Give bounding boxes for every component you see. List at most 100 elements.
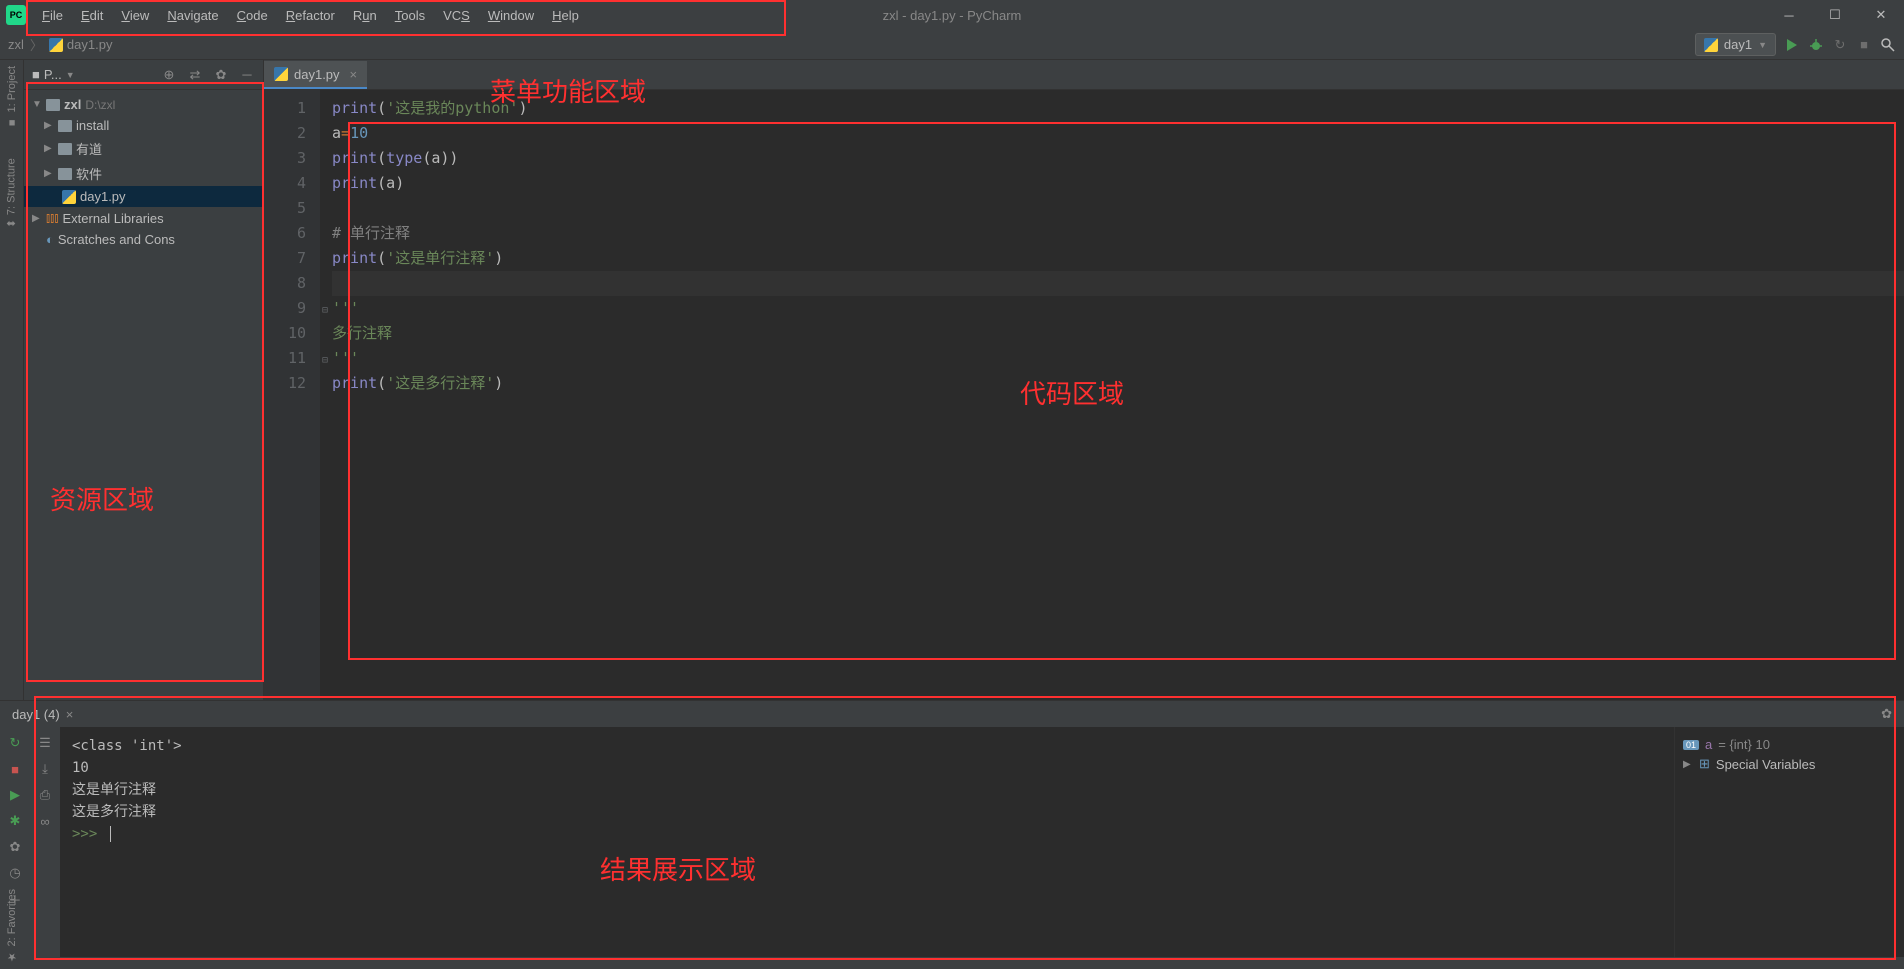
navbar: zxl 〉 day1.py day1 ▼ ↻ ■ (0, 30, 1904, 60)
tree-folder[interactable]: ▶ 有道 (24, 136, 263, 161)
app-icon: PC (6, 5, 26, 25)
python-icon (62, 190, 76, 204)
run-config-selector[interactable]: day1 ▼ (1695, 33, 1776, 56)
expand-icon[interactable]: ⇄ (187, 67, 203, 83)
close-icon[interactable]: × (350, 67, 358, 82)
debug-button[interactable] (1808, 37, 1824, 53)
main-area: ■1: Project ⬍7: Structure ■ P... ▼ ⊕ ⇄ ✿… (0, 60, 1904, 700)
menu-window[interactable]: Window (480, 4, 542, 27)
code-content[interactable]: print('这是我的python')a=10print(type(a))pri… (320, 90, 1904, 700)
left-bottom-strip: ★2: Favorites (0, 70, 24, 969)
tree-folder-label: 有道 (76, 139, 102, 158)
folder-icon (58, 143, 72, 155)
chevron-right-icon: 〉 (30, 35, 43, 54)
minimize-button[interactable]: ─ (1766, 0, 1812, 30)
scratch-icon: ◐ (46, 232, 54, 247)
window-controls: ─ ☐ ✕ (1766, 0, 1904, 30)
chevron-down-icon: ▼ (1758, 40, 1767, 50)
var-value: = {int} 10 (1718, 737, 1770, 752)
variable-row[interactable]: 01 a = {int} 10 (1683, 735, 1896, 754)
editor-tab-label: day1.py (294, 67, 340, 82)
library-icon: ⫾⫾⫾ (46, 210, 58, 226)
chevron-right-icon: ▶ (44, 168, 54, 179)
breadcrumb[interactable]: zxl 〉 day1.py (8, 35, 112, 54)
run-with-coverage-button[interactable]: ↻ (1832, 37, 1848, 53)
maximize-button[interactable]: ☐ (1812, 0, 1858, 30)
chevron-right-icon: ▶ (32, 213, 42, 224)
run-button[interactable] (1784, 37, 1800, 53)
hide-icon[interactable]: ─ (239, 67, 255, 83)
tree-scratches[interactable]: ◐ Scratches and Cons (24, 229, 263, 250)
menu-view[interactable]: View (113, 4, 157, 27)
special-variables-row[interactable]: ▶ ⊞ Special Variables (1683, 754, 1896, 774)
tree-root-label: zxl (64, 97, 81, 112)
editor-tab-bar: day1.py × (264, 60, 1904, 90)
menu-code[interactable]: Code (229, 4, 276, 27)
console-body: ↻ ■ ▶ ✱ ✿ ◷ ＋ ☰ ⤓ ⎙ ∞ <class 'int'>10这是单… (0, 727, 1904, 957)
chevron-right-icon: ▶ (1683, 759, 1693, 770)
code-editor[interactable]: 123456789101112 print('这是我的python')a=10p… (264, 90, 1904, 700)
tree-root[interactable]: ▼ zxl D:\zxl (24, 94, 263, 115)
tree-root-path: D:\zxl (85, 98, 115, 112)
menubar: FileEditViewNavigateCodeRefactorRunTools… (34, 4, 587, 27)
tree-folder[interactable]: ▶ install (24, 115, 263, 136)
titlebar: PC FileEditViewNavigateCodeRefactorRunTo… (0, 0, 1904, 30)
tree-external-libraries[interactable]: ▶ ⫾⫾⫾ External Libraries (24, 207, 263, 229)
editor-tab[interactable]: day1.py × (264, 61, 367, 89)
tree-scratches-label: Scratches and Cons (58, 232, 175, 247)
soft-wrap-icon[interactable]: ☰ (37, 735, 53, 751)
menu-file[interactable]: File (34, 4, 71, 27)
breadcrumb-root[interactable]: zxl (8, 37, 24, 52)
breadcrumb-file[interactable]: day1.py (49, 37, 113, 52)
show-vars-icon[interactable]: ∞ (37, 813, 53, 829)
menu-vcs[interactable]: VCS (435, 4, 478, 27)
gutter: 123456789101112 (264, 90, 320, 700)
chevron-right-icon: ▶ (44, 120, 54, 131)
favorites-tool-tab[interactable]: ★2: Favorites (0, 889, 24, 963)
special-vars-label: Special Variables (1716, 757, 1815, 772)
chevron-down-icon: ▼ (32, 99, 42, 110)
folder-icon (58, 120, 72, 132)
menu-edit[interactable]: Edit (73, 4, 111, 27)
tree-folder[interactable]: ▶ 软件 (24, 161, 263, 186)
menu-refactor[interactable]: Refactor (278, 4, 343, 27)
sidebar-header: ■ P... ▼ ⊕ ⇄ ✿ ─ (24, 60, 263, 90)
stop-button[interactable]: ■ (1856, 37, 1872, 53)
close-button[interactable]: ✕ (1858, 0, 1904, 30)
tree-file[interactable]: day1.py (24, 186, 263, 207)
gear-icon[interactable]: ✿ (1881, 706, 1892, 722)
menu-run[interactable]: Run (345, 4, 385, 27)
editor-area: day1.py × 123456789101112 print('这是我的pyt… (264, 60, 1904, 700)
print-icon[interactable]: ⎙ (37, 787, 53, 803)
special-vars-icon: ⊞ (1699, 756, 1710, 772)
scroll-to-end-icon[interactable]: ⤓ (37, 761, 53, 777)
console-output[interactable]: <class 'int'>10这是单行注释这是多行注释>>> (60, 727, 1674, 957)
gear-icon[interactable]: ✿ (213, 67, 229, 83)
folder-icon (46, 99, 60, 111)
tree-folder-label: 软件 (76, 164, 102, 183)
target-icon[interactable]: ⊕ (161, 67, 177, 83)
tree-folder-label: install (76, 118, 109, 133)
breadcrumb-file-label: day1.py (67, 37, 113, 52)
project-sidebar: ■ P... ▼ ⊕ ⇄ ✿ ─ ▼ zxl D:\zxl ▶ install ▶ 有… (24, 60, 264, 700)
sidebar-title[interactable]: ■ P... ▼ (32, 67, 75, 82)
console-tab-bar: day1 (4) × ✿ (0, 701, 1904, 727)
tree-file-label: day1.py (80, 189, 126, 204)
console-left-toolbar-2: ☰ ⤓ ⎙ ∞ (30, 727, 60, 957)
menu-navigate[interactable]: Navigate (159, 4, 226, 27)
variables-panel: 01 a = {int} 10 ▶ ⊞ Special Variables (1674, 727, 1904, 957)
chevron-right-icon: ▶ (44, 143, 54, 154)
menu-tools[interactable]: Tools (387, 4, 433, 27)
python-icon (49, 38, 63, 52)
var-type-badge: 01 (1683, 740, 1699, 750)
folder-icon (58, 168, 72, 180)
search-icon[interactable] (1880, 37, 1896, 53)
window-title: zxl - day1.py - PyCharm (883, 8, 1022, 23)
close-icon[interactable]: × (66, 707, 74, 722)
tree-external-label: External Libraries (62, 211, 163, 226)
run-config-label: day1 (1724, 37, 1752, 52)
run-tool-window: day1 (4) × ✿ ↻ ■ ▶ ✱ ✿ ◷ ＋ ☰ ⤓ ⎙ ∞ <clas… (0, 700, 1904, 957)
menu-help[interactable]: Help (544, 4, 587, 27)
project-tree: ▼ zxl D:\zxl ▶ install ▶ 有道 ▶ 软件 day1.py ▶ ⫾⫾… (24, 90, 263, 254)
var-name: a (1705, 737, 1712, 752)
